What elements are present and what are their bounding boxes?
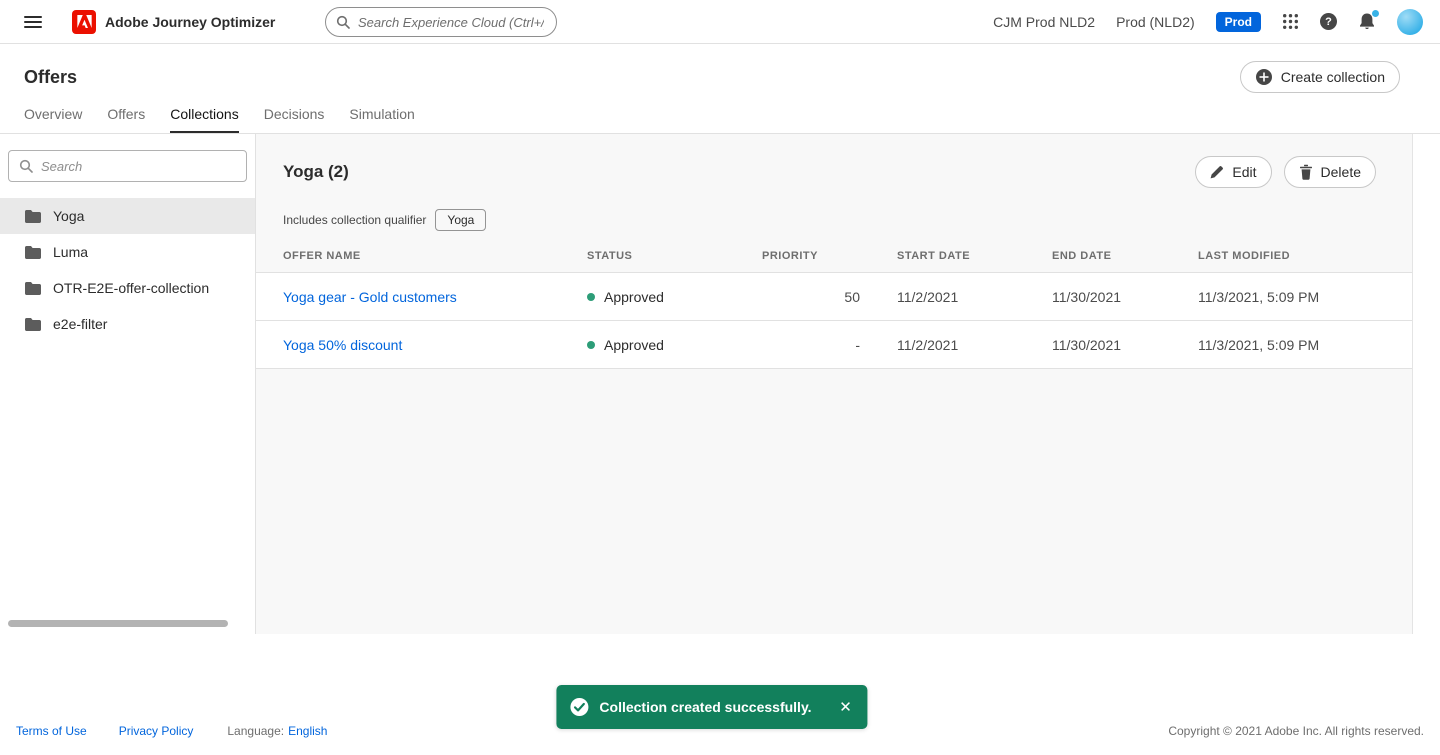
table-header-row: OFFER NAME STATUS PRIORITY START DATE EN… <box>256 250 1412 273</box>
sandbox-switcher[interactable]: Prod (NLD2) <box>1116 14 1195 30</box>
page-footer: Terms of Use Privacy Policy Language: Eng… <box>0 720 1440 742</box>
create-collection-button[interactable]: Create collection <box>1239 61 1400 93</box>
collection-title: Yoga (2) <box>283 162 349 181</box>
privacy-policy-link[interactable]: Privacy Policy <box>119 724 194 738</box>
folder-icon <box>25 245 41 259</box>
column-header-last-modified: LAST MODIFIED <box>1198 250 1291 262</box>
topbar-right-group: CJM Prod NLD2 Prod (NLD2) Prod ? <box>993 8 1440 35</box>
user-avatar[interactable] <box>1397 8 1423 35</box>
toast-message: Collection created successfully. <box>599 699 812 715</box>
sidebar-item-otr-e2e-offer-collection[interactable]: OTR-E2E-offer-collection <box>0 270 255 306</box>
app-title: Adobe Journey Optimizer <box>105 13 276 30</box>
notifications-button[interactable] <box>1358 9 1380 31</box>
offer-link[interactable]: Yoga 50% discount <box>283 337 402 353</box>
folder-icon <box>25 317 41 331</box>
sidebar-item-luma[interactable]: Luma <box>0 234 255 270</box>
tab-overview[interactable]: Overview <box>24 106 82 133</box>
priority-value: 50 <box>844 288 860 305</box>
terms-of-use-link[interactable]: Terms of Use <box>16 724 87 738</box>
trash-icon <box>1299 164 1312 180</box>
status-approved-dot <box>587 340 595 349</box>
collections-sidebar: Yoga Luma OTR-E2E-offer-collection e2e-f… <box>0 134 256 634</box>
create-collection-label: Create collection <box>1280 69 1385 85</box>
sidebar-item-yoga[interactable]: Yoga <box>0 198 255 234</box>
tab-collections[interactable]: Collections <box>170 106 239 133</box>
column-header-offer-name: OFFER NAME <box>283 250 361 262</box>
org-switcher[interactable]: CJM Prod NLD2 <box>993 14 1095 30</box>
start-date-value: 11/2/2021 <box>897 288 959 305</box>
app-switcher-button[interactable] <box>1282 13 1299 30</box>
language-selector: Language: English <box>227 724 327 738</box>
search-icon <box>19 159 33 178</box>
column-header-start-date: START DATE <box>897 250 971 262</box>
folder-label: Yoga <box>53 208 85 224</box>
collection-actions: Edit Delete <box>1195 156 1376 188</box>
collection-header: Yoga (2) Edit Delete <box>256 134 1412 188</box>
grid-icon <box>1283 14 1298 29</box>
success-check-icon <box>570 698 589 716</box>
top-bar: Adobe Journey Optimizer CJM Prod NLD2 Pr… <box>0 0 1440 44</box>
column-header-priority: PRIORITY <box>762 250 818 262</box>
experience-cloud-search <box>325 7 557 37</box>
right-gutter <box>1413 134 1440 634</box>
table-row[interactable]: Yoga 50% discount Approved - 11/2/2021 1… <box>256 321 1412 369</box>
folder-label: OTR-E2E-offer-collection <box>53 280 210 296</box>
folder-label: Luma <box>53 244 89 260</box>
hamburger-menu-icon[interactable] <box>24 15 42 28</box>
copyright-text: Copyright © 2021 Adobe Inc. All rights r… <box>1168 724 1424 738</box>
edit-button[interactable]: Edit <box>1195 156 1272 188</box>
folder-icon <box>25 209 41 223</box>
folder-icon <box>25 281 41 295</box>
qualifier-label: Includes collection qualifier <box>283 213 427 227</box>
status-approved-dot <box>587 292 595 301</box>
offers-table: OFFER NAME STATUS PRIORITY START DATE EN… <box>256 250 1412 369</box>
tab-bar: Overview Offers Collections Decisions Si… <box>0 93 1440 134</box>
start-date-value: 11/2/2021 <box>897 336 959 353</box>
content-area: Yoga Luma OTR-E2E-offer-collection e2e-f… <box>0 134 1440 634</box>
edit-label: Edit <box>1232 164 1257 180</box>
offer-link[interactable]: Yoga gear - Gold customers <box>283 289 457 305</box>
qualifier-tag: Yoga <box>435 209 487 231</box>
priority-value: - <box>855 336 860 353</box>
language-label: Language: <box>227 724 285 738</box>
last-modified-value: 11/3/2021, 5:09 PM <box>1198 336 1320 353</box>
app-window: Adobe Journey Optimizer CJM Prod NLD2 Pr… <box>0 0 1440 755</box>
help-button[interactable]: ? <box>1320 13 1337 30</box>
sidebar-search <box>8 150 247 182</box>
sidebar-search-input[interactable] <box>8 150 247 182</box>
experience-cloud-search-input[interactable] <box>325 7 557 37</box>
language-link[interactable]: English <box>288 724 327 738</box>
status-label: Approved <box>604 336 664 353</box>
folder-label: e2e-filter <box>53 316 108 332</box>
status-label: Approved <box>604 288 664 305</box>
tab-offers[interactable]: Offers <box>107 106 145 133</box>
delete-button[interactable]: Delete <box>1283 156 1376 188</box>
adobe-a-glyph <box>76 15 92 28</box>
table-row[interactable]: Yoga gear - Gold customers Approved 50 1… <box>256 273 1412 321</box>
end-date-value: 11/30/2021 <box>1052 336 1122 353</box>
search-icon <box>336 15 350 34</box>
sandbox-prod-badge[interactable]: Prod <box>1215 11 1261 32</box>
qualifier-row: Includes collection qualifier Yoga <box>256 188 1412 231</box>
pencil-icon <box>1211 166 1224 179</box>
last-modified-value: 11/3/2021, 5:09 PM <box>1198 288 1320 305</box>
column-header-status: STATUS <box>587 250 633 262</box>
question-icon: ? <box>1320 13 1337 30</box>
plus-circle-icon <box>1255 69 1272 85</box>
page-header: Offers Create collection <box>0 44 1440 93</box>
sidebar-horizontal-scrollbar[interactable] <box>8 620 228 627</box>
end-date-value: 11/30/2021 <box>1052 288 1122 305</box>
notification-dot <box>1371 9 1380 18</box>
toast-close-button[interactable]: ✕ <box>830 691 862 723</box>
column-header-end-date: END DATE <box>1052 250 1112 262</box>
tab-decisions[interactable]: Decisions <box>264 106 325 133</box>
tab-simulation[interactable]: Simulation <box>349 106 414 133</box>
page-title: Offers <box>24 66 78 87</box>
adobe-logo-icon[interactable] <box>72 9 96 34</box>
delete-label: Delete <box>1320 164 1361 180</box>
collection-detail-panel: Yoga (2) Edit Delete Includes collection… <box>256 134 1413 634</box>
sidebar-item-e2e-filter[interactable]: e2e-filter <box>0 306 255 342</box>
